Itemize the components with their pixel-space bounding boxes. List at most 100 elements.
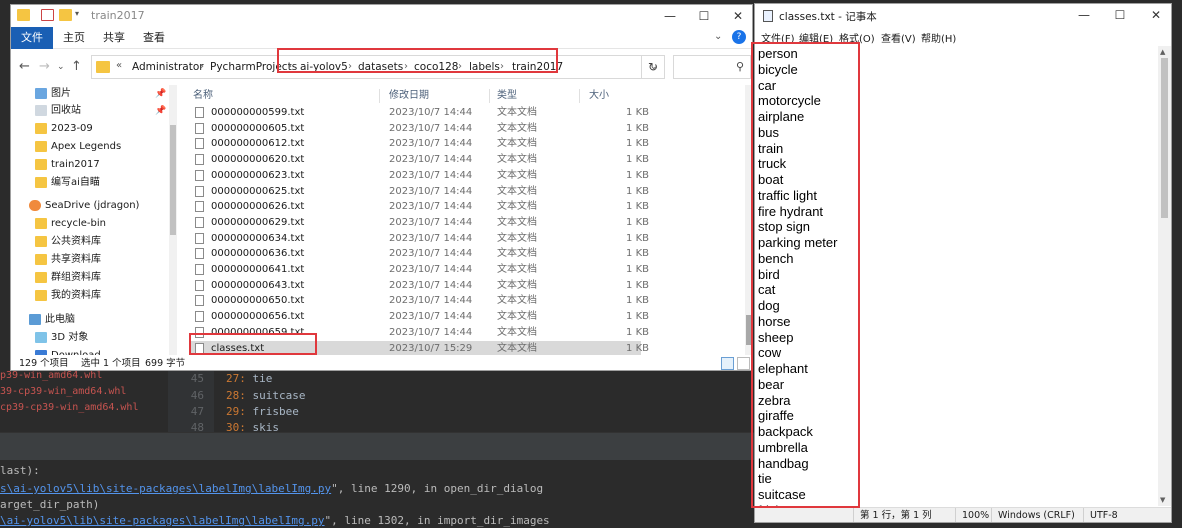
file-date: 2023/10/7 14:44 [389,201,473,213]
ribbon-tab-home[interactable]: 主页 [63,27,85,49]
close-button[interactable]: ✕ [1139,4,1171,26]
file-row[interactable]: 000000000625.txt 2023/10/7 14:44 文本文档 1 KB [189,184,649,200]
nav-item-seadrive[interactable]: SeaDrive (jdragon) [11,197,171,215]
nav-item-ai-aim[interactable]: 编写ai自瞄 [11,174,171,192]
file-name: 000000000641.txt [211,264,305,275]
column-header-type[interactable]: 类型 [497,87,517,105]
column-separator[interactable] [579,89,580,103]
new-folder-icon[interactable] [59,9,72,21]
file-row[interactable]: 000000000620.txt 2023/10/7 14:44 文本文档 1 KB [189,152,649,168]
column-separator[interactable] [379,89,380,103]
file-row[interactable]: 000000000641.txt 2023/10/7 14:44 文本文档 1 KB [189,262,649,278]
whl-file-line[interactable]: 39-cp39-win_amd64.whl [0,384,126,400]
file-name: 000000000612.txt [211,138,305,150]
file-name: 000000000636.txt [211,248,305,260]
nav-item-3d-objects[interactable]: 3D 对象 [11,329,171,347]
expand-ribbon-icon[interactable]: ⌄ [714,31,726,43]
editor-scrollbar[interactable]: ▲ ▼ [1158,46,1171,506]
explorer-titlebar[interactable]: ▾ train2017 — ☐ ✕ [11,5,752,27]
nav-item-group-library[interactable]: 群组资料库 [11,269,171,287]
pin-icon[interactable]: 📌 [155,85,166,103]
ribbon-tab-file[interactable]: 文件 [11,27,53,49]
back-arrow-icon[interactable]: ← [19,59,30,74]
recent-locations-icon[interactable]: ⌄ [57,62,65,72]
refresh-button[interactable]: ↻ [641,55,665,79]
ribbon-tab-share[interactable]: 共享 [103,27,125,49]
file-row[interactable]: 000000000612.txt 2023/10/7 14:44 文本文档 1 KB [189,136,649,152]
file-row[interactable]: 000000000626.txt 2023/10/7 14:44 文本文档 1 KB [189,199,649,215]
nav-item-shared-library[interactable]: 共享资料库 [11,251,171,269]
file-row[interactable]: 000000000623.txt 2023/10/7 14:44 文本文档 1 KB [189,168,649,184]
file-name: 000000000620.txt [211,154,305,166]
file-date: 2023/10/7 14:44 [389,248,473,260]
nav-item-2023-09[interactable]: 2023-09 [11,120,171,138]
file-name: 000000000626.txt [211,201,305,213]
file-type: 文本文档 [497,216,537,228]
folder-icon [35,236,47,247]
menu-view[interactable]: 查看(V) [881,30,916,45]
nav-item-my-library[interactable]: 我的资料库 [11,287,171,305]
file-type: 文本文档 [497,107,537,118]
file-row[interactable]: 000000000634.txt 2023/10/7 14:44 文本文档 1 KB [189,231,649,247]
seadrive-icon [29,200,41,211]
search-input[interactable]: ⚲ [673,55,751,79]
ribbon-tab-view[interactable]: 查看 [143,27,165,49]
quick-access-dropdown-icon[interactable]: ▾ [75,9,79,18]
nav-item-apex-legends[interactable]: Apex Legends [11,138,171,156]
traceback-link[interactable]: s\ai-yolov5\lib\site-packages\labelImg\l… [0,482,331,495]
scrollbar-thumb[interactable] [170,125,176,235]
notepad-titlebar[interactable]: classes.txt - 记事本 — ☐ ✕ [755,4,1171,28]
file-type: 文本文档 [497,295,537,307]
file-row[interactable]: 000000000656.txt 2023/10/7 14:44 文本文档 1 KB [189,309,649,325]
close-button[interactable]: ✕ [721,5,752,27]
file-name: 000000000599.txt [211,107,305,118]
forward-arrow-icon[interactable]: → [39,59,50,74]
text-file-icon [195,185,204,197]
maximize-button[interactable]: ☐ [687,5,721,27]
scrollbar-thumb[interactable] [1161,58,1168,218]
nav-item-this-pc[interactable]: 此电脑 [11,311,171,329]
menu-help[interactable]: 帮助(H) [921,30,956,45]
minimize-button[interactable]: — [653,5,687,27]
minimize-button[interactable]: — [1067,4,1101,26]
text-file-icon [195,279,204,291]
file-date: 2023/10/7 14:44 [389,279,473,291]
file-row[interactable]: 000000000650.txt 2023/10/7 14:44 文本文档 1 KB [189,293,649,309]
column-header-size[interactable]: 大小 [589,87,609,105]
nav-item-download[interactable]: Download [11,347,171,355]
terminal-line: last): [0,464,40,477]
pin-icon[interactable]: 📌 [155,102,166,120]
details-view-icon[interactable] [721,357,734,370]
nav-item-recycle-bin-folder[interactable]: recycle-bin [11,215,171,233]
folder-icon [35,159,47,170]
file-highlight-box [189,333,317,355]
traceback-link[interactable]: \ai-yolov5\lib\site-packages\labelImg\la… [0,514,325,527]
column-separator[interactable] [489,89,490,103]
help-icon[interactable]: ? [732,30,746,44]
ide-panel-divider[interactable] [0,432,760,460]
nav-pane-scrollbar[interactable] [169,85,177,355]
file-row[interactable]: 000000000599.txt 2023/10/7 14:44 文本文档 1 KB [189,105,649,121]
file-row[interactable]: 000000000643.txt 2023/10/7 14:44 文本文档 1 KB [189,278,649,294]
large-icons-view-icon[interactable] [737,357,750,370]
whl-file-line[interactable]: cp39-cp39-win_amd64.whl [0,400,138,416]
scroll-down-arrow-icon[interactable]: ▼ [1160,496,1165,504]
column-header-name[interactable]: 名称 [193,87,213,105]
recycle-bin-icon [35,105,47,116]
properties-icon[interactable] [41,9,54,21]
file-row[interactable]: 000000000605.txt 2023/10/7 14:44 文本文档 1 KB [189,121,649,137]
address-overflow[interactable]: « [116,60,122,71]
nav-item-public-library[interactable]: 公共资料库 [11,233,171,251]
column-header-date[interactable]: 修改日期 [389,87,429,105]
up-arrow-icon[interactable]: ↑ [71,59,82,74]
maximize-button[interactable]: ☐ [1103,4,1137,26]
file-row[interactable]: 000000000636.txt 2023/10/7 14:44 文本文档 1 KB [189,246,649,262]
scroll-up-arrow-icon[interactable]: ▲ [1160,48,1165,56]
file-name: 000000000643.txt [211,279,305,291]
file-size: 1 KB [626,248,649,260]
file-row[interactable]: 000000000629.txt 2023/10/7 14:44 文本文档 1 KB [189,215,649,231]
nav-item-train2017[interactable]: train2017 [11,156,171,174]
breadcrumb-administrator[interactable]: Administrator [132,61,204,73]
nav-item-recycle-bin[interactable]: 回收站 📌 [11,102,171,120]
nav-item-pictures[interactable]: 图片 📌 [11,85,171,103]
